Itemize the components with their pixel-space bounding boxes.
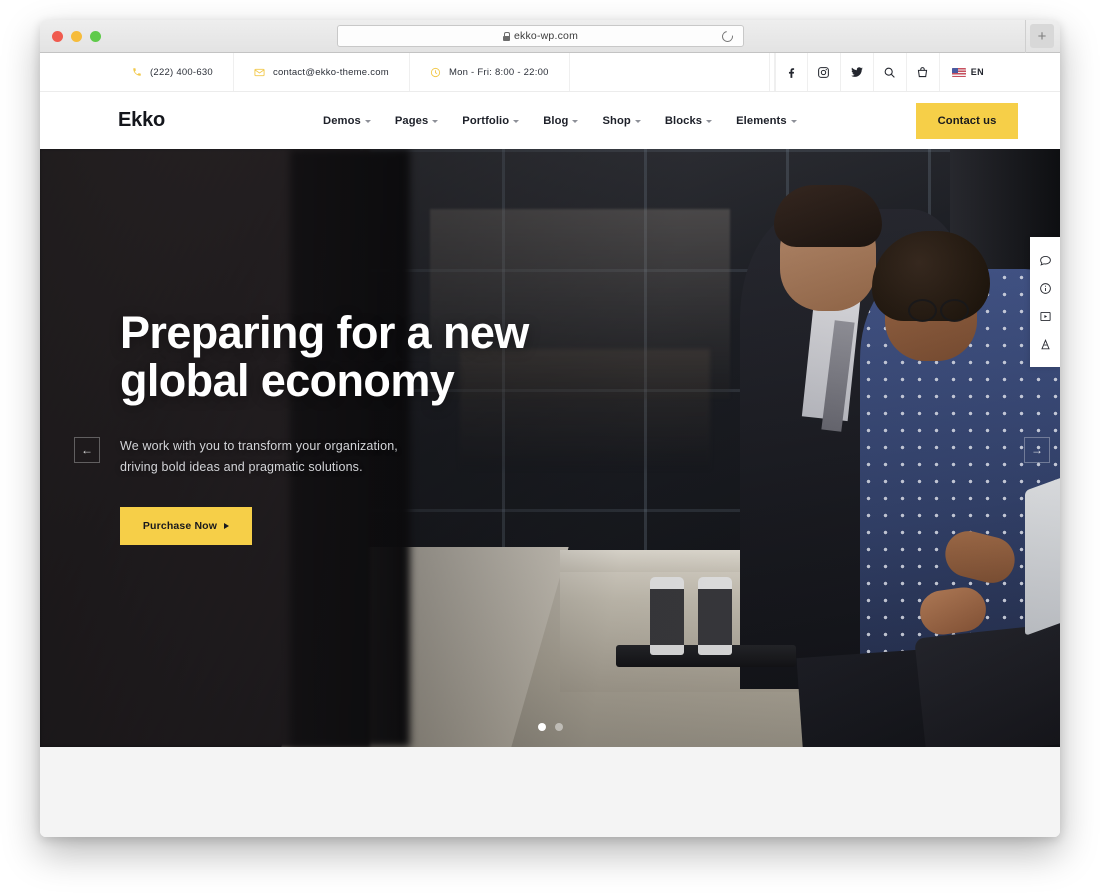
nav-item-elements[interactable]: Elements bbox=[736, 115, 797, 127]
slider-pagination bbox=[40, 723, 1060, 731]
nav-label-portfolio: Portfolio bbox=[462, 114, 510, 127]
chevron-down-icon bbox=[432, 119, 439, 123]
nav-item-shop[interactable]: Shop bbox=[602, 114, 641, 127]
language-label: EN bbox=[970, 67, 984, 77]
clock-icon bbox=[430, 67, 441, 78]
hero-title-line1: Preparing for a new bbox=[120, 307, 529, 358]
envelope-icon bbox=[254, 67, 265, 78]
browser-titlebar: ekko-wp.com + bbox=[40, 20, 1060, 53]
site-topbar: (222) 400-630 contact@ekko-theme.com Mon… bbox=[40, 53, 1060, 92]
window-controls bbox=[52, 31, 101, 42]
topbar-actions-group: EN bbox=[774, 53, 1002, 91]
arrow-right-icon bbox=[224, 522, 230, 529]
twitter-icon[interactable] bbox=[841, 53, 874, 91]
new-tab-button[interactable]: + bbox=[1030, 24, 1054, 48]
address-bar[interactable]: ekko-wp.com bbox=[337, 25, 744, 47]
topbar-phone-text: (222) 400-630 bbox=[150, 66, 213, 78]
chevron-down-icon bbox=[364, 119, 371, 123]
nav-label-elements: Elements bbox=[736, 114, 787, 127]
nav-label-blocks: Blocks bbox=[664, 114, 703, 127]
nav-label-pages: Pages bbox=[394, 114, 429, 127]
site-header: Ekko Demos Pages Portfolio Blog Shop Blo… bbox=[40, 92, 1060, 149]
chevron-down-icon bbox=[706, 119, 713, 123]
nav-label-demos: Demos bbox=[323, 114, 361, 127]
hero-slider: Preparing for a new global economy We wo… bbox=[40, 149, 1060, 747]
chevron-down-icon bbox=[634, 119, 641, 123]
tab-strip-divider bbox=[1025, 20, 1026, 53]
hero-subtitle: We work with you to transform your organ… bbox=[120, 436, 529, 477]
page-bottom-section bbox=[40, 747, 1060, 837]
hero-title: Preparing for a new global economy bbox=[120, 309, 529, 404]
hero-subtitle-line1: We work with you to transform your organ… bbox=[120, 439, 398, 454]
purchase-now-label: Purchase Now bbox=[142, 519, 218, 532]
site-logo[interactable]: Ekko bbox=[118, 109, 165, 132]
chevron-down-icon bbox=[790, 119, 797, 123]
maximize-window-button[interactable] bbox=[90, 31, 101, 42]
url-text-wrap: ekko-wp.com bbox=[502, 30, 579, 42]
nav-item-blog[interactable]: Blog bbox=[543, 114, 579, 127]
url-text: ekko-wp.com bbox=[513, 30, 579, 42]
slider-dot-1[interactable] bbox=[537, 723, 546, 731]
purchase-now-button[interactable]: Purchase Now bbox=[120, 506, 252, 545]
us-flag-icon bbox=[951, 67, 966, 77]
nav-label-blog: Blog bbox=[543, 114, 569, 127]
language-switcher[interactable]: EN bbox=[940, 53, 1002, 91]
hero-subtitle-line2: driving bold ideas and pragmatic solutio… bbox=[120, 459, 363, 474]
chat-bubble-icon[interactable] bbox=[1030, 246, 1060, 274]
nav-item-blocks[interactable]: Blocks bbox=[664, 114, 713, 127]
hero-content: Preparing for a new global economy We wo… bbox=[120, 309, 529, 545]
phone-icon bbox=[132, 67, 142, 77]
slider-prev-button[interactable]: ← bbox=[74, 437, 100, 463]
chevron-down-icon bbox=[572, 119, 579, 123]
slider-next-button[interactable]: → bbox=[1024, 437, 1050, 463]
main-navigation: Demos Pages Portfolio Blog Shop Blocks E… bbox=[323, 115, 797, 127]
bag-icon[interactable] bbox=[1030, 330, 1060, 358]
nav-item-demos[interactable]: Demos bbox=[323, 115, 371, 127]
lock-icon bbox=[502, 31, 511, 41]
search-icon[interactable] bbox=[874, 53, 907, 91]
facebook-icon[interactable] bbox=[774, 53, 808, 91]
topbar-hours: Mon - Fri: 8:00 - 22:00 bbox=[410, 53, 570, 91]
cart-icon[interactable] bbox=[907, 53, 940, 91]
chevron-down-icon bbox=[513, 119, 520, 123]
instagram-icon[interactable] bbox=[808, 53, 841, 91]
topbar-spacer bbox=[570, 53, 770, 91]
slider-dot-2[interactable] bbox=[554, 723, 563, 731]
nav-label-shop: Shop bbox=[602, 114, 631, 127]
info-circle-icon[interactable] bbox=[1030, 274, 1060, 302]
contact-us-button[interactable]: Contact us bbox=[916, 102, 1018, 139]
floating-side-panel bbox=[1030, 237, 1060, 367]
topbar-hours-text: Mon - Fri: 8:00 - 22:00 bbox=[448, 66, 549, 78]
topbar-contact-group: (222) 400-630 contact@ekko-theme.com Mon… bbox=[98, 53, 770, 91]
topbar-email[interactable]: contact@ekko-theme.com bbox=[234, 53, 410, 91]
close-window-button[interactable] bbox=[52, 31, 63, 42]
browser-window: ekko-wp.com + (222) 400-630 contact@ekko… bbox=[40, 20, 1060, 837]
nav-item-pages[interactable]: Pages bbox=[394, 114, 439, 127]
hero-title-line2: global economy bbox=[120, 354, 455, 406]
topbar-phone[interactable]: (222) 400-630 bbox=[98, 53, 234, 91]
nav-item-portfolio[interactable]: Portfolio bbox=[462, 114, 520, 127]
topbar-email-text: contact@ekko-theme.com bbox=[272, 66, 389, 78]
video-play-icon[interactable] bbox=[1030, 302, 1060, 330]
reload-icon[interactable] bbox=[719, 28, 736, 45]
minimize-window-button[interactable] bbox=[71, 31, 82, 42]
